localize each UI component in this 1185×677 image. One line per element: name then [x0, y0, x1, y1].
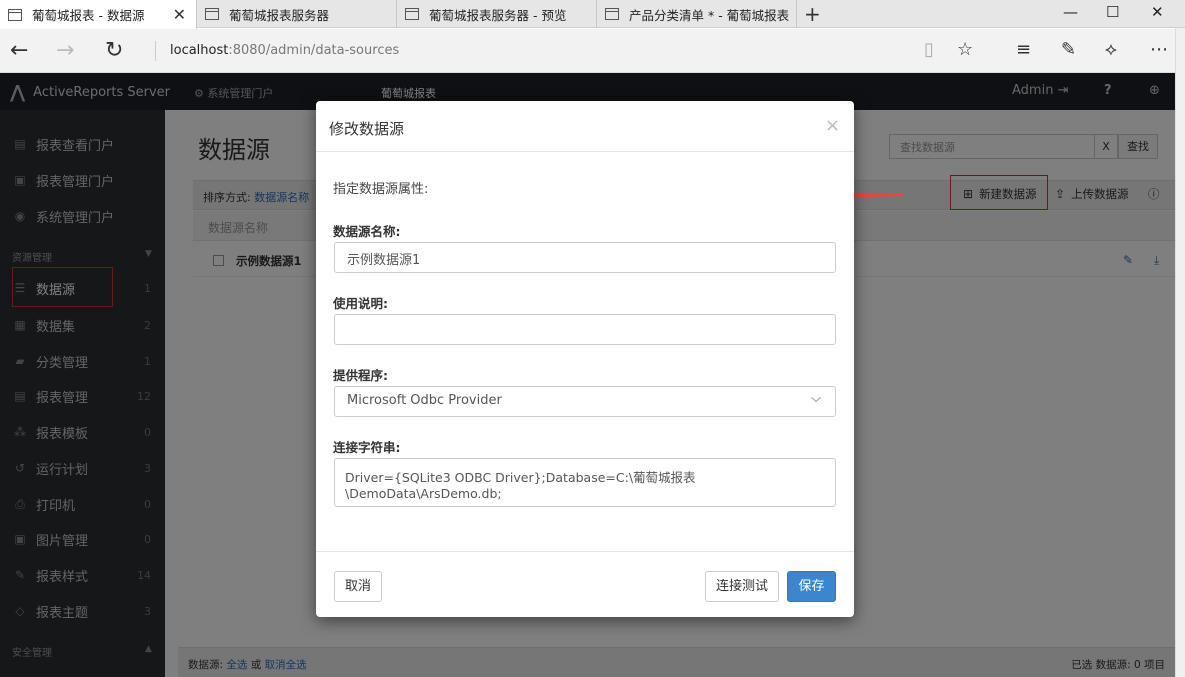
tab-title: 葡萄城报表服务器: [229, 7, 330, 23]
share-icon[interactable]: ⟡: [1105, 39, 1117, 60]
tab-title: 产品分类清单 * - 葡萄城报表: [629, 7, 790, 23]
provider-select[interactable]: Microsoft Odbc Provider ⌵: [334, 386, 836, 417]
tab-title: 葡萄城报表服务器 - 预览: [429, 7, 567, 23]
web-note-icon[interactable]: ✎: [1061, 39, 1076, 60]
close-icon[interactable]: ×: [825, 115, 840, 136]
dialog-header: 修改数据源 ×: [316, 101, 854, 152]
forward-icon[interactable]: →: [56, 38, 74, 63]
dialog-description: 指定数据源属性:: [333, 182, 429, 197]
tab-title: 葡萄城报表 - 数据源: [32, 8, 145, 23]
close-tab-icon[interactable]: ✕: [173, 5, 186, 24]
browser-tab-active[interactable]: 葡萄城报表 - 数据源 ✕: [0, 0, 197, 29]
page-icon: [8, 8, 22, 21]
name-field[interactable]: 示例数据源1: [334, 242, 836, 273]
favorite-icon[interactable]: ☆: [957, 39, 973, 60]
minimize-icon[interactable]: —: [1063, 3, 1078, 21]
url-path: :8080/admin/data-sources: [228, 43, 400, 58]
address-bar: ← → ↻ localhost:8080/admin/data-sources …: [0, 29, 1185, 73]
page-icon: [405, 8, 419, 20]
hub-icon[interactable]: ≡: [1016, 39, 1031, 60]
new-tab-icon[interactable]: +: [804, 2, 821, 26]
cancel-button[interactable]: 取消: [334, 571, 382, 602]
test-connection-button[interactable]: 连接测试: [705, 571, 779, 602]
browser-tab[interactable]: 产品分类清单 * - 葡萄城报表: [597, 0, 797, 28]
maximize-icon[interactable]: ☐: [1106, 3, 1119, 21]
description-field[interactable]: [334, 314, 836, 345]
browser-tab[interactable]: 葡萄城报表服务器: [197, 0, 397, 28]
chevron-down-icon: ⌵: [811, 391, 821, 406]
dialog-footer: 取消 连接测试 保存: [316, 551, 854, 617]
more-icon[interactable]: ⋯: [1150, 39, 1168, 60]
name-label: 数据源名称:: [333, 224, 401, 239]
provider-label: 提供程序:: [333, 368, 388, 383]
refresh-icon[interactable]: ↻: [105, 38, 123, 63]
connection-string-field[interactable]: Driver={SQLite3 ODBC Driver};Database=C:…: [334, 458, 836, 507]
description-label: 使用说明:: [333, 296, 388, 311]
close-window-icon[interactable]: ✕: [1151, 3, 1164, 21]
provider-selected-value: Microsoft Odbc Provider: [347, 393, 502, 408]
edit-data-source-dialog: 修改数据源 × 指定数据源属性: 数据源名称: 示例数据源1 使用说明: 提供程…: [316, 101, 854, 617]
reading-view-icon[interactable]: ▯: [924, 39, 934, 60]
page-icon: [205, 8, 219, 20]
save-button[interactable]: 保存: [787, 571, 836, 602]
scrollbar[interactable]: [1175, 28, 1185, 677]
connection-string-label: 连接字符串:: [333, 440, 401, 455]
back-icon[interactable]: ←: [10, 38, 28, 63]
dialog-title: 修改数据源: [329, 120, 405, 138]
browser-tab[interactable]: 葡萄城报表服务器 - 预览: [397, 0, 597, 28]
browser-tab-bar: 葡萄城报表 - 数据源 ✕ 葡萄城报表服务器 葡萄城报表服务器 - 预览 产品分…: [0, 0, 1185, 29]
url-host: localhost: [170, 43, 229, 58]
url-field[interactable]: localhost:8080/admin/data-sources: [155, 41, 399, 61]
page-icon: [605, 8, 619, 20]
